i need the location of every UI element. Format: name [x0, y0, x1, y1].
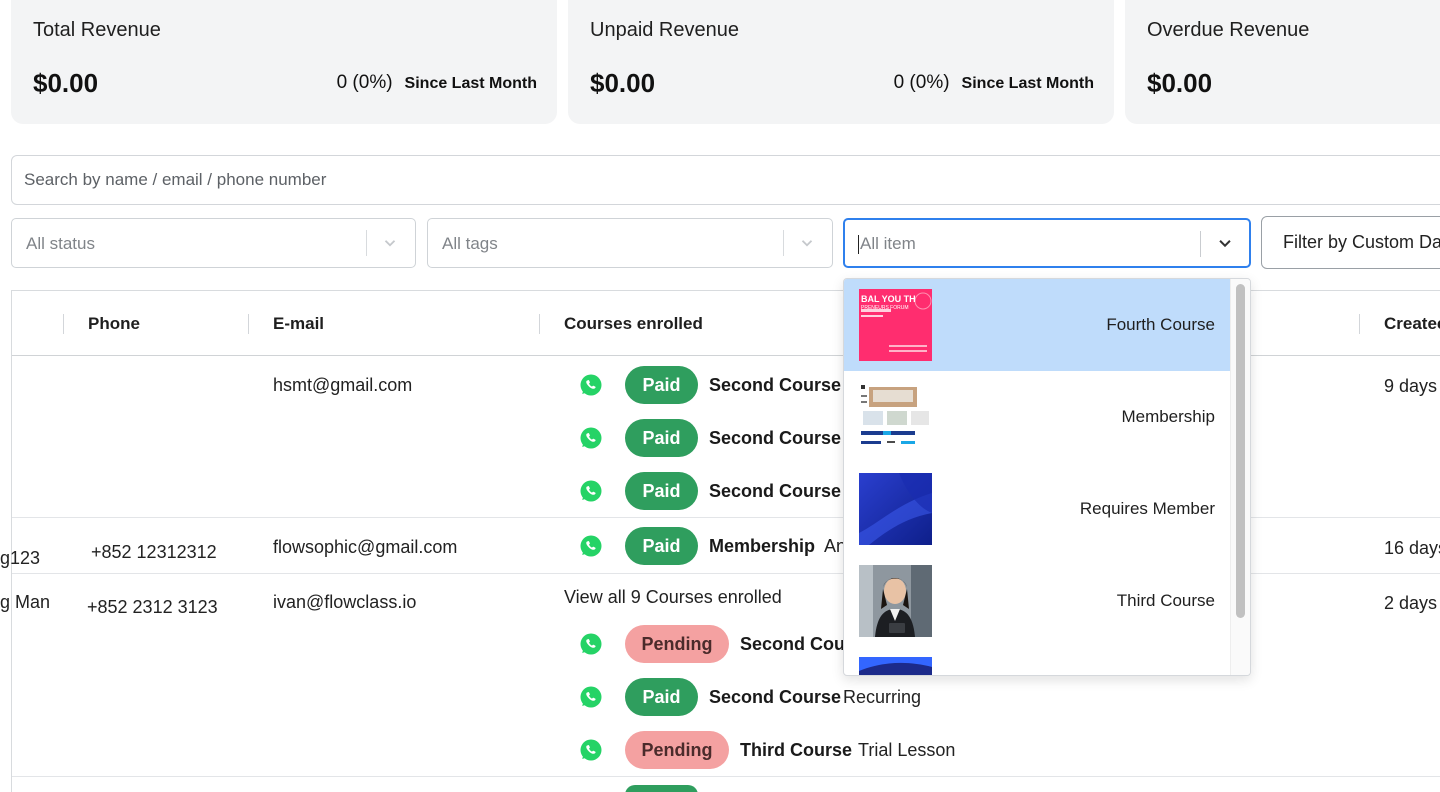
select-separator — [366, 230, 367, 256]
search-input[interactable] — [11, 155, 1440, 205]
gradient-image-icon — [859, 657, 932, 675]
course-name: Second Course — [709, 428, 842, 448]
course-name: Second Cour — [740, 634, 853, 654]
status-select-value: All status — [26, 234, 95, 253]
course-name: Second Course — [709, 481, 842, 501]
course-type: Recurring — [843, 687, 922, 707]
dropdown-option-third-course[interactable]: Third Course — [844, 555, 1231, 647]
column-separator — [539, 314, 540, 334]
chevron-down-icon[interactable] — [1216, 234, 1234, 252]
dropdown-option-fourth-course[interactable]: BAL YOU TH PRENEURS FORUM Fourth Course — [844, 279, 1231, 371]
total-revenue-card: Total Revenue $0.00 0 (0%) Since Last Mon… — [11, 0, 557, 124]
row-email: flowsophic@gmail.com — [273, 537, 458, 557]
whatsapp-icon[interactable] — [579, 632, 603, 656]
whatsapp-icon[interactable] — [579, 738, 603, 762]
column-separator — [248, 314, 249, 334]
status-badge: Paid — [625, 678, 698, 716]
course-name: Third Course — [740, 740, 853, 760]
column-separator — [1359, 314, 1360, 334]
course-name: Second Course — [709, 375, 842, 395]
card-change: 0 (0%) Since Last Month — [893, 72, 1094, 93]
status-badge: Pending — [625, 625, 729, 663]
custom-date-filter-button[interactable]: Filter by Custom Da — [1261, 216, 1440, 269]
header-phone[interactable]: Phone — [88, 314, 140, 334]
document-image-icon — [859, 381, 932, 453]
course-thumbnail — [859, 381, 932, 453]
status-badge: Paid — [625, 419, 698, 457]
tags-select[interactable]: All tags — [427, 218, 833, 268]
card-title: Unpaid Revenue — [590, 19, 739, 41]
row-phone: +852 12312312 — [91, 542, 217, 562]
scrollbar-thumb[interactable] — [1236, 284, 1245, 618]
option-label: Third Course — [1116, 591, 1215, 610]
card-amount: $0.00 — [33, 68, 99, 98]
status-badge: Paid — [625, 527, 698, 565]
dropdown-option-membership[interactable]: Membership — [844, 371, 1231, 463]
option-label: Membership — [1121, 407, 1215, 426]
select-separator — [1200, 231, 1201, 257]
whatsapp-icon[interactable] — [579, 373, 603, 397]
poster-title: BAL YOU TH — [861, 294, 916, 304]
status-badge: Paid — [625, 472, 698, 510]
course-name: Second Course — [709, 687, 842, 707]
row-created: 2 days a — [1384, 593, 1440, 613]
overdue-revenue-card: Overdue Revenue $0.00 — [1125, 0, 1440, 124]
poster-subtitle: PRENEURS FORUM — [861, 305, 909, 311]
header-courses[interactable]: Courses enrolled — [564, 314, 703, 334]
dropdown-option-requires-member[interactable]: Requires Member — [844, 463, 1231, 555]
whatsapp-icon[interactable] — [579, 534, 603, 558]
card-title: Total Revenue — [33, 19, 161, 41]
row-created: 9 days a — [1384, 376, 1440, 396]
course-thumbnail — [859, 565, 932, 637]
row-created: 16 days — [1384, 538, 1440, 558]
item-dropdown-menu: BAL YOU TH PRENEURS FORUM Fourth Course — [843, 278, 1251, 676]
gradient-image-icon — [859, 473, 932, 545]
unpaid-revenue-card: Unpaid Revenue $0.00 0 (0%) Since Last Mo… — [568, 0, 1114, 124]
dropdown-option-partial[interactable] — [844, 647, 1231, 675]
text-cursor — [858, 235, 859, 255]
card-change: 0 (0%) Since Last Month — [336, 72, 537, 93]
whatsapp-icon[interactable] — [579, 479, 603, 503]
item-select[interactable]: All item — [843, 218, 1251, 268]
row-name: g123 — [0, 548, 41, 568]
course-type: Trial Lesson — [858, 740, 956, 760]
card-title: Overdue Revenue — [1147, 19, 1310, 41]
whatsapp-icon[interactable] — [579, 426, 603, 450]
column-separator — [63, 314, 64, 334]
card-amount: $0.00 — [1147, 68, 1213, 98]
course-thumbnail: BAL YOU TH PRENEURS FORUM — [859, 289, 932, 361]
row-email: ivan@flowclass.io — [273, 592, 417, 612]
select-separator — [783, 230, 784, 256]
row-name: g Man — [0, 592, 51, 612]
header-email[interactable]: E-mail — [273, 314, 324, 334]
status-badge: Paid — [625, 366, 698, 404]
course-thumbnail — [859, 473, 932, 545]
status-select[interactable]: All status — [11, 218, 416, 268]
option-label: Requires Member — [1079, 499, 1215, 518]
chevron-down-icon[interactable] — [798, 234, 816, 252]
status-badge: Pending — [625, 731, 729, 769]
course-thumbnail — [859, 657, 932, 675]
status-badge-partial — [625, 785, 698, 792]
chevron-down-icon[interactable] — [381, 234, 399, 252]
whatsapp-icon[interactable] — [579, 685, 603, 709]
dropdown-scrollbar[interactable] — [1230, 279, 1250, 675]
item-select-value[interactable]: All item — [858, 234, 916, 255]
option-label: Fourth Course — [1106, 315, 1215, 334]
view-all-courses-link[interactable]: View all 9 Courses enrolled — [564, 587, 782, 608]
row-divider — [12, 776, 1440, 777]
course-name: Membership — [709, 536, 816, 556]
header-created[interactable]: Createc — [1384, 314, 1440, 334]
card-amount: $0.00 — [590, 68, 656, 98]
row-phone: +852 2312 3123 — [87, 597, 218, 617]
row-email: hsmt@gmail.com — [273, 375, 413, 395]
person-photo-icon — [859, 565, 932, 637]
tags-select-value: All tags — [442, 234, 498, 253]
